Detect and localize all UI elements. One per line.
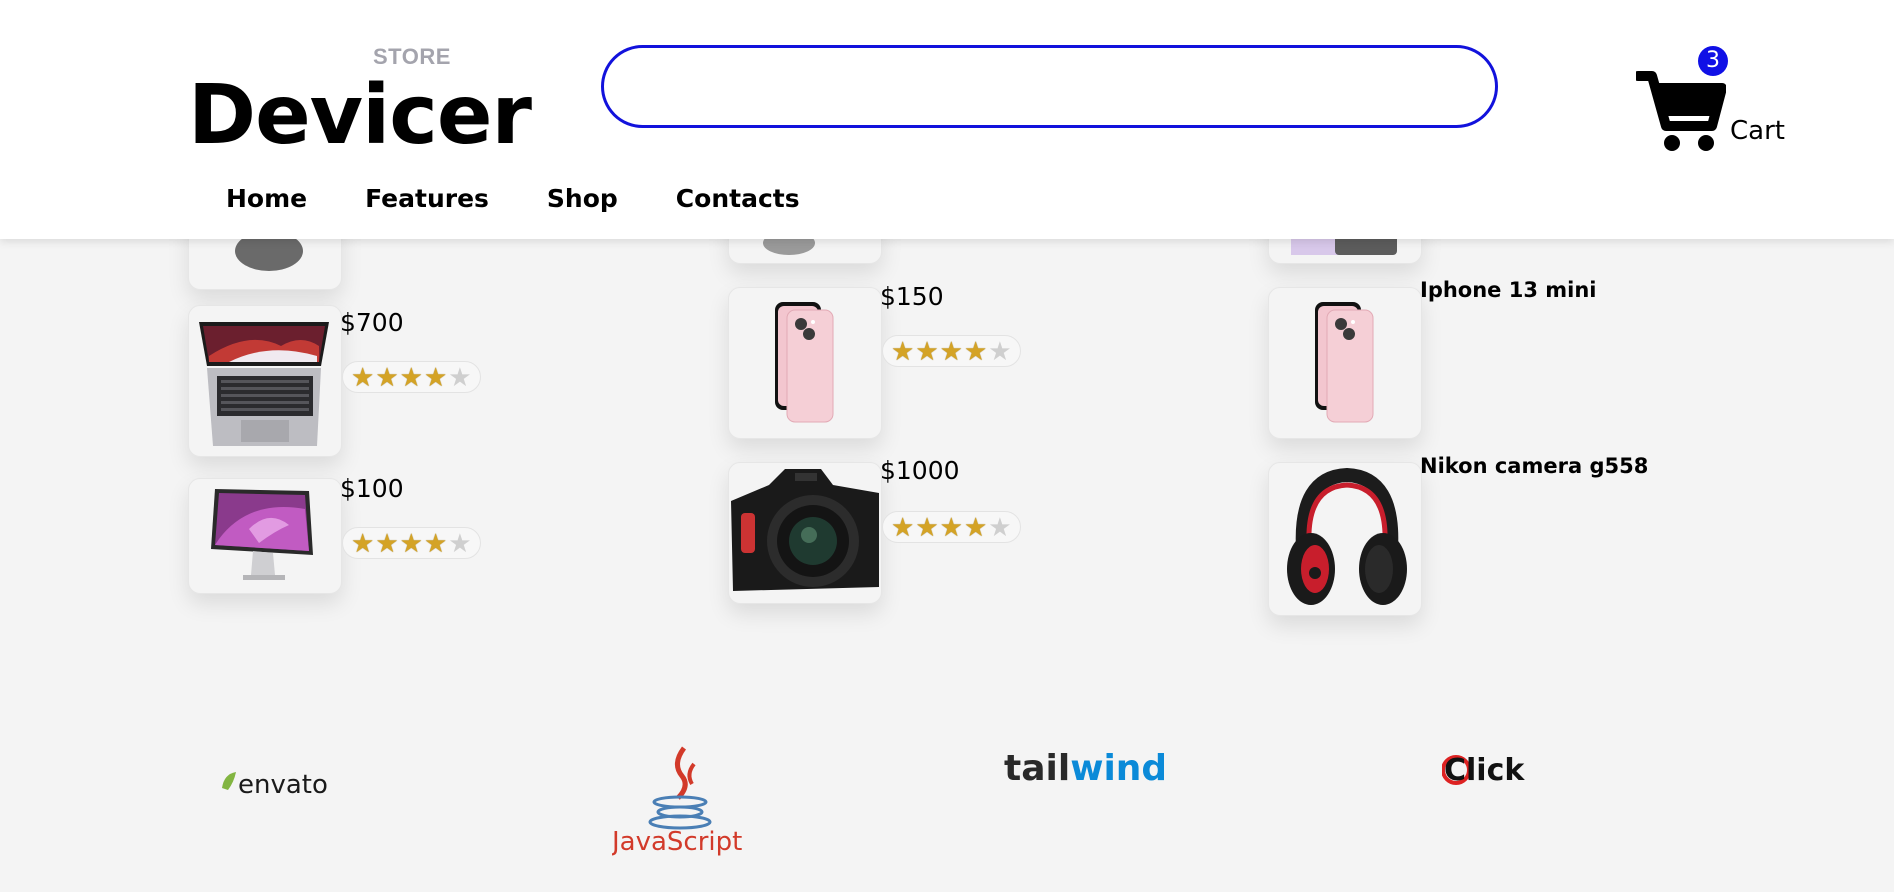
partner-logo-javascript: JavaScript: [610, 744, 752, 865]
product-card-monitor[interactable]: [188, 478, 342, 594]
product-card-iphone[interactable]: [728, 287, 882, 439]
store-label: STORE: [373, 44, 451, 69]
camera-image: [731, 469, 879, 591]
brand-logo[interactable]: Devicer: [188, 70, 532, 162]
iphone-image: [775, 302, 834, 423]
star-icon: ★: [963, 336, 988, 366]
product-price: $1000: [880, 456, 960, 485]
star-icon: ★: [448, 528, 472, 558]
star-icon: ★: [915, 336, 939, 366]
star-icon: ★: [939, 336, 963, 366]
headphones-image: [1287, 467, 1407, 605]
cart-label: Cart: [1730, 116, 1785, 146]
product-card-laptop[interactable]: [188, 305, 342, 457]
star-icon: ★: [375, 528, 399, 558]
star-icon: ★: [399, 528, 423, 558]
product-price: $150: [880, 282, 944, 311]
product-name: Nikon camera g558: [1420, 454, 1649, 478]
cart-button[interactable]: 3 Cart: [1636, 44, 1785, 154]
star-icon: ★: [963, 512, 988, 542]
star-icon: ★: [891, 336, 915, 366]
monitor-image: [211, 489, 313, 580]
tailwind-wordmark: tailwind: [1004, 748, 1164, 789]
star-icon: ★: [423, 528, 448, 558]
partner-logo-tailwind: tailwind: [1004, 746, 1167, 797]
star-icon: ★: [448, 362, 472, 392]
cart-icon: [1636, 71, 1726, 151]
partner-logo-click: Click: [1441, 750, 1532, 795]
nav-shop[interactable]: Shop: [547, 184, 618, 213]
star-rating: ★ ★ ★ ★ ★: [342, 361, 481, 393]
product-card-iphone-13-mini[interactable]: [1268, 287, 1422, 439]
nav-contacts[interactable]: Contacts: [676, 184, 800, 213]
nav-features[interactable]: Features: [365, 184, 489, 213]
nav-home[interactable]: Home: [226, 184, 307, 213]
star-rating: ★ ★ ★ ★ ★: [882, 511, 1021, 543]
star-icon: ★: [891, 512, 915, 542]
partner-logo-envato: envato: [220, 766, 330, 805]
star-icon: ★: [988, 512, 1012, 542]
product-name: Iphone 13 mini: [1420, 278, 1597, 302]
star-icon: ★: [399, 362, 423, 392]
cart-count-badge: 3: [1698, 46, 1728, 76]
click-wordmark: Click: [1444, 753, 1525, 788]
star-icon: ★: [939, 512, 963, 542]
product-price: $700: [340, 308, 404, 337]
star-icon: ★: [375, 362, 399, 392]
star-icon: ★: [915, 512, 939, 542]
site-header: STORE Devicer 3 Cart Home Features Shop …: [0, 0, 1894, 239]
search-input[interactable]: [601, 45, 1498, 128]
star-rating: ★ ★ ★ ★ ★: [342, 527, 481, 559]
star-icon: ★: [988, 336, 1012, 366]
star-icon: ★: [351, 362, 375, 392]
laptop-image: [199, 322, 329, 446]
star-icon: ★: [423, 362, 448, 392]
main-nav: Home Features Shop Contacts: [226, 184, 800, 213]
javascript-wordmark: JavaScript: [612, 827, 742, 857]
iphone-image: [1315, 302, 1374, 423]
star-rating: ★ ★ ★ ★ ★: [882, 335, 1021, 367]
product-card-camera[interactable]: [728, 462, 882, 604]
star-icon: ★: [351, 528, 375, 558]
product-card-nikon-camera[interactable]: [1268, 462, 1422, 616]
product-price: $100: [340, 474, 404, 503]
envato-wordmark: envato: [238, 770, 328, 800]
